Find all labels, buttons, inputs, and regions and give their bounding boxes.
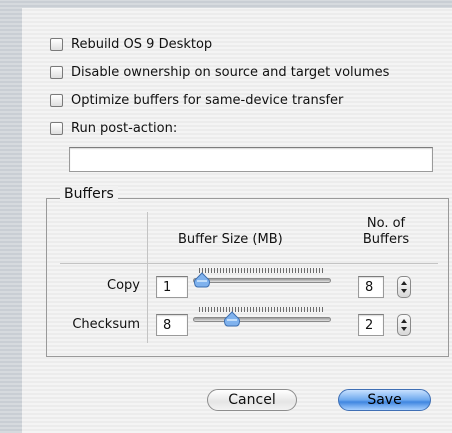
cancel-button[interactable]: Cancel [207, 389, 297, 411]
copy-size-slider[interactable] [193, 267, 331, 289]
buffer-count-header-line2: Buffers [362, 232, 410, 247]
copy-count-stepper[interactable] [397, 276, 411, 298]
copy-slider-track [193, 278, 331, 283]
checksum-slider-ticks [199, 307, 325, 312]
option-rebuild-desktop[interactable]: Rebuild OS 9 Desktop [50, 37, 212, 52]
checksum-count-field[interactable]: 2 [358, 314, 384, 336]
checksum-size-field[interactable]: 8 [156, 314, 188, 336]
checksum-row-label: Checksum [72, 317, 140, 332]
copy-row-label: Copy [107, 278, 140, 293]
run-post-action-label: Run post-action: [71, 121, 178, 136]
checksum-slider-track [193, 317, 331, 322]
optimize-buffers-checkbox[interactable] [50, 94, 63, 107]
table-divider-vertical [147, 212, 148, 343]
stepper-up-icon[interactable] [401, 319, 407, 323]
stepper-up-icon[interactable] [401, 281, 407, 285]
option-disable-ownership[interactable]: Disable ownership on source and target v… [50, 65, 389, 80]
copy-size-field[interactable]: 1 [156, 276, 188, 298]
rebuild-desktop-checkbox[interactable] [50, 38, 63, 51]
rebuild-desktop-label: Rebuild OS 9 Desktop [71, 37, 213, 52]
buffers-group-title: Buffers [60, 186, 118, 202]
disable-ownership-checkbox[interactable] [50, 66, 63, 79]
post-action-field[interactable] [69, 147, 433, 172]
option-optimize-buffers[interactable]: Optimize buffers for same-device transfe… [50, 93, 343, 108]
buffer-size-header: Buffer Size (MB) [178, 232, 283, 247]
checksum-size-slider[interactable] [193, 306, 331, 328]
option-run-post-action[interactable]: Run post-action: [50, 121, 177, 136]
optimize-buffers-label: Optimize buffers for same-device transfe… [71, 93, 344, 108]
buffer-count-header-line1: No. of [366, 216, 406, 231]
stepper-down-icon[interactable] [401, 327, 407, 331]
table-divider-horizontal [60, 263, 438, 264]
copy-slider-thumb[interactable] [193, 272, 211, 288]
copy-count-field[interactable]: 8 [358, 276, 384, 298]
checksum-count-stepper[interactable] [397, 314, 411, 336]
run-post-action-checkbox[interactable] [50, 122, 63, 135]
checksum-slider-thumb[interactable] [223, 311, 241, 327]
copy-slider-ticks [199, 268, 325, 273]
stepper-down-icon[interactable] [401, 289, 407, 293]
save-button[interactable]: Save [338, 389, 431, 411]
disable-ownership-label: Disable ownership on source and target v… [71, 65, 390, 80]
